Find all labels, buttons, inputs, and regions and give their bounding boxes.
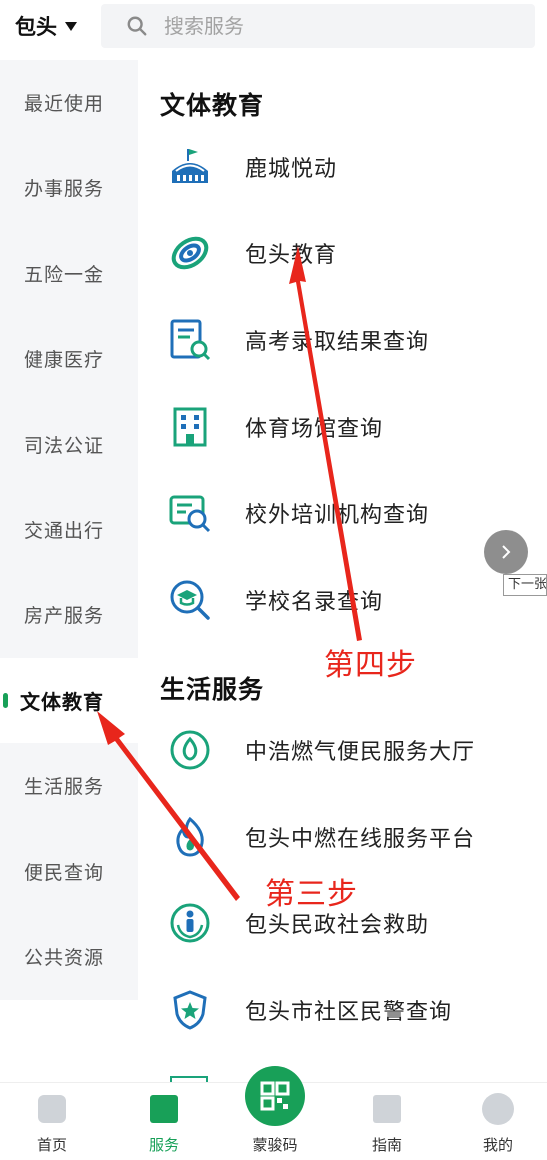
sidebar-item-label: 司法公证 bbox=[24, 435, 105, 457]
civil-affairs-icon bbox=[166, 899, 214, 947]
home-icon bbox=[38, 1095, 66, 1123]
section-title-life-services: 生活服务 bbox=[160, 675, 265, 704]
sidebar-item-affairs[interactable]: 办事服务 bbox=[0, 145, 138, 230]
service-label: 中浩燃气便民服务大厅 bbox=[245, 740, 476, 765]
sidebar-item-recent[interactable]: 最近使用 bbox=[0, 60, 138, 145]
service-item-lucheng-yuedong[interactable]: 鹿城悦动 bbox=[138, 124, 547, 210]
sidebar-item-insurance[interactable]: 五险一金 bbox=[0, 231, 138, 316]
sidebar-item-label: 公共资源 bbox=[24, 947, 105, 969]
sidebar-item-query[interactable]: 便民查询 bbox=[0, 829, 138, 914]
caret-down-icon bbox=[65, 21, 77, 31]
section-title-culture-education: 文体教育 bbox=[160, 91, 265, 120]
police-badge-icon bbox=[166, 986, 214, 1034]
service-item-zhonghao-gas[interactable]: 中浩燃气便民服务大厅 bbox=[138, 707, 547, 793]
sidebar-item-health[interactable]: 健康医疗 bbox=[0, 316, 138, 401]
profile-icon bbox=[482, 1093, 514, 1125]
tab-label: 蒙骏码 bbox=[252, 1136, 298, 1154]
sidebar-item-public-resources[interactable]: 公共资源 bbox=[0, 914, 138, 999]
step4-label: 第四步 bbox=[324, 648, 417, 683]
building-icon bbox=[166, 403, 214, 451]
service-item-school-directory[interactable]: 学校名录查询 bbox=[138, 557, 547, 643]
service-item-baotou-education[interactable]: 包头教育 bbox=[138, 210, 547, 296]
sidebar-item-life[interactable]: 生活服务 bbox=[0, 743, 138, 828]
category-sidebar: 最近使用 办事服务 五险一金 健康医疗 司法公证 交通出行 房产服务 文体教育 … bbox=[0, 60, 138, 1000]
search-icon bbox=[127, 16, 147, 36]
bookmark-icon bbox=[150, 1095, 178, 1123]
education-swirl-icon bbox=[166, 229, 214, 277]
sidebar-item-judicial[interactable]: 司法公证 bbox=[0, 402, 138, 487]
step3-label: 第三步 bbox=[265, 877, 358, 912]
city-selector[interactable]: 包头 bbox=[15, 11, 77, 41]
sidebar-item-label: 文体教育 bbox=[20, 690, 104, 714]
sidebar-item-label: 办事服务 bbox=[24, 178, 105, 200]
sidebar-item-label: 便民查询 bbox=[24, 862, 105, 884]
tab-label: 首页 bbox=[36, 1136, 67, 1154]
service-list: 文体教育 鹿城悦动 包头教育 高考录取结果查询 体育场馆查询 校外培训机构查询 … bbox=[138, 60, 547, 1082]
graduation-search-icon bbox=[166, 576, 214, 624]
sidebar-item-label: 健康医疗 bbox=[24, 349, 105, 371]
tab-services[interactable]: 服务 bbox=[119, 1083, 209, 1160]
service-label: 包头中燃在线服务平台 bbox=[245, 827, 476, 852]
stadium-icon bbox=[166, 143, 214, 191]
service-label: 高考录取结果查询 bbox=[245, 330, 430, 355]
service-label: 学校名录查询 bbox=[245, 590, 384, 615]
search-input[interactable] bbox=[164, 14, 494, 38]
sidebar-item-label: 最近使用 bbox=[24, 93, 105, 115]
sidebar-item-label: 交通出行 bbox=[24, 520, 105, 542]
service-label: 包头教育 bbox=[245, 243, 338, 268]
search-bar[interactable] bbox=[101, 4, 535, 48]
header: 包头 bbox=[0, 0, 547, 58]
tab-guide[interactable]: 指南 bbox=[342, 1083, 432, 1160]
tab-label: 我的 bbox=[482, 1136, 513, 1154]
next-slide-button[interactable] bbox=[484, 530, 528, 574]
service-item-venue-query[interactable]: 体育场馆查询 bbox=[138, 384, 547, 470]
gas-flame-icon bbox=[166, 726, 214, 774]
qr-code-button[interactable] bbox=[245, 1066, 305, 1126]
fire-icon bbox=[166, 813, 214, 861]
certificate-search-icon bbox=[166, 489, 214, 537]
sidebar-item-transport[interactable]: 交通出行 bbox=[0, 487, 138, 572]
guide-icon bbox=[373, 1095, 401, 1123]
service-item-zhongran-online[interactable]: 包头中燃在线服务平台 bbox=[138, 794, 547, 880]
chevron-right-icon bbox=[502, 545, 511, 559]
tab-mine[interactable]: 我的 bbox=[453, 1083, 543, 1160]
sidebar-item-label: 房产服务 bbox=[24, 605, 105, 627]
service-label: 校外培训机构查询 bbox=[245, 503, 430, 528]
tab-label: 服务 bbox=[148, 1136, 179, 1154]
sidebar-item-culture-education[interactable]: 文体教育 bbox=[0, 658, 138, 743]
sidebar-item-housing[interactable]: 房产服务 bbox=[0, 572, 138, 657]
tab-home[interactable]: 首页 bbox=[7, 1083, 97, 1160]
service-item-community-police[interactable]: 包头市社区民警查询 bbox=[138, 967, 547, 1053]
bottom-tab-bar: 首页 服务 蒙骏码 指南 我的 bbox=[0, 1066, 547, 1160]
tab-label: 指南 bbox=[371, 1136, 402, 1154]
document-search-icon bbox=[166, 316, 214, 364]
service-item-gaokao-result[interactable]: 高考录取结果查询 bbox=[138, 297, 547, 383]
qr-code-icon bbox=[260, 1081, 290, 1111]
city-name: 包头 bbox=[15, 15, 57, 39]
sidebar-item-label: 五险一金 bbox=[24, 264, 105, 286]
active-indicator bbox=[3, 693, 8, 708]
service-label: 鹿城悦动 bbox=[245, 157, 338, 182]
sidebar-item-label: 生活服务 bbox=[24, 776, 105, 798]
service-label: 体育场馆查询 bbox=[245, 417, 384, 442]
service-label: 包头市社区民警查询 bbox=[245, 1000, 453, 1025]
next-slide-tooltip: 下一张 bbox=[503, 574, 547, 596]
